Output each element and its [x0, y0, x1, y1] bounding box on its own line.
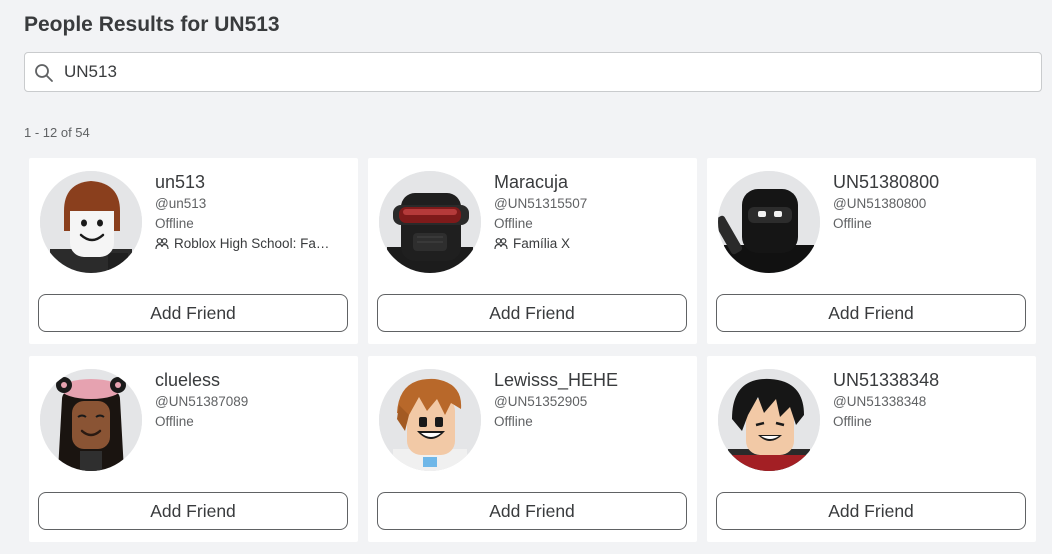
player-group-name: Família X — [513, 236, 571, 251]
page-title: People Results for UN513 — [24, 11, 280, 39]
avatar[interactable] — [379, 171, 481, 273]
player-card: UN51338348 @UN51338348 Offline Add Frien… — [707, 356, 1036, 542]
player-card: Maracuja @UN51315507 Offline Família X A… — [368, 158, 697, 344]
player-info: clueless @UN51387089 Offline — [155, 369, 351, 432]
player-info: un513 @un513 Offline Roblox High School:… — [155, 171, 351, 254]
search-bar[interactable] — [24, 52, 1042, 92]
player-name[interactable]: UN51380800 — [833, 171, 1029, 193]
player-info: Maracuja @UN51315507 Offline Família X — [494, 171, 690, 254]
player-name[interactable]: clueless — [155, 369, 351, 391]
player-name[interactable]: Maracuja — [494, 171, 690, 193]
add-friend-button[interactable]: Add Friend — [38, 294, 348, 332]
player-card: UN51380800 @UN51380800 Offline Add Frien… — [707, 158, 1036, 344]
player-status: Offline — [155, 216, 194, 231]
player-handle: @UN51387089 — [155, 394, 249, 409]
player-handle: @UN51352905 — [494, 394, 588, 409]
player-handle: @UN51380800 — [833, 196, 927, 211]
avatar[interactable] — [718, 369, 820, 471]
player-handle: @UN51315507 — [494, 196, 588, 211]
player-info: Lewisss_HEHE @UN51352905 Offline — [494, 369, 690, 432]
add-friend-button[interactable]: Add Friend — [716, 492, 1026, 530]
player-status: Offline — [833, 414, 872, 429]
group-icon — [155, 238, 169, 250]
search-input[interactable] — [64, 59, 1024, 85]
player-card: un513 @un513 Offline Roblox High School:… — [29, 158, 358, 344]
player-status: Offline — [155, 414, 194, 429]
player-card: clueless @UN51387089 Offline Add Friend — [29, 356, 358, 542]
player-name[interactable]: UN51338348 — [833, 369, 1029, 391]
player-status: Offline — [494, 414, 533, 429]
avatar[interactable] — [379, 369, 481, 471]
avatar[interactable] — [40, 171, 142, 273]
player-group[interactable]: Roblox High School: Fa… — [155, 234, 351, 254]
player-name[interactable]: Lewisss_HEHE — [494, 369, 690, 391]
search-icon — [35, 64, 53, 82]
player-handle: @UN51338348 — [833, 394, 927, 409]
player-name[interactable]: un513 — [155, 171, 351, 193]
player-card: Lewisss_HEHE @UN51352905 Offline Add Fri… — [368, 356, 697, 542]
people-results-page: People Results for UN513 1 - 12 of 54 — [0, 0, 1052, 554]
player-group-name: Roblox High School: Fa… — [174, 236, 330, 251]
group-icon — [494, 238, 508, 250]
add-friend-button[interactable]: Add Friend — [716, 294, 1026, 332]
page-title-prefix: People Results for — [24, 13, 209, 36]
add-friend-button[interactable]: Add Friend — [38, 492, 348, 530]
add-friend-button[interactable]: Add Friend — [377, 492, 687, 530]
results-count: 1 - 12 of 54 — [24, 125, 90, 140]
player-info: UN51380800 @UN51380800 Offline — [833, 171, 1029, 234]
player-status: Offline — [494, 216, 533, 231]
add-friend-button[interactable]: Add Friend — [377, 294, 687, 332]
player-status: Offline — [833, 216, 872, 231]
player-handle: @un513 — [155, 196, 207, 211]
avatar[interactable] — [40, 369, 142, 471]
page-title-query: UN513 — [214, 13, 280, 36]
player-group[interactable]: Família X — [494, 234, 690, 254]
player-info: UN51338348 @UN51338348 Offline — [833, 369, 1029, 432]
results-grid: un513 @un513 Offline Roblox High School:… — [29, 158, 1038, 542]
avatar[interactable] — [718, 171, 820, 273]
